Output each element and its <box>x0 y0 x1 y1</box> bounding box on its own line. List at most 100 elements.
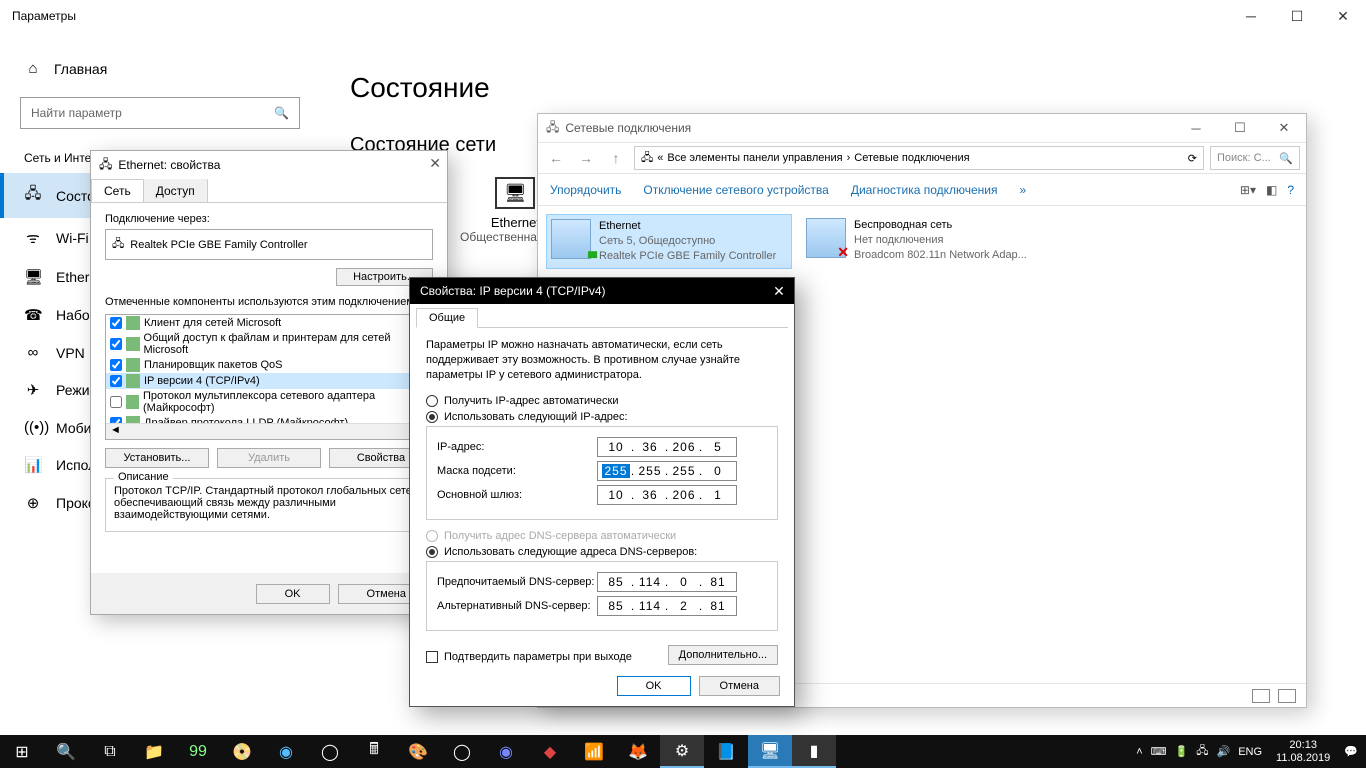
clock[interactable]: 20:13 11.08.2019 <box>1270 739 1336 763</box>
network-tray-icon[interactable]: 🖧 <box>1196 742 1208 761</box>
preferred-dns-field[interactable]: 85.114.0.81 <box>597 572 737 592</box>
comp-file-sharing[interactable]: Общий доступ к файлам и принтерам для се… <box>106 331 432 357</box>
home-icon: ⌂ <box>24 60 42 77</box>
help-icon[interactable]: ? <box>1287 183 1294 197</box>
radio-manual-dns[interactable]: Использовать следующие адреса DNS-сервер… <box>426 546 778 558</box>
eth-ok-button[interactable]: OK <box>256 584 330 604</box>
task-view-button[interactable]: ⧉ <box>88 735 132 768</box>
eth-props-close[interactable]: ✕ <box>429 155 441 172</box>
nc-toolbar: Упорядочить Отключение сетевого устройст… <box>538 174 1306 206</box>
teamspeak-icon[interactable]: ◉ <box>264 735 308 768</box>
nc-maximize[interactable]: ☐ <box>1218 114 1262 142</box>
home-label: Главная <box>54 61 107 77</box>
connection-wireless[interactable]: Беспроводная сеть Нет подключения Broadc… <box>802 214 1048 269</box>
ipv4-properties-dialog: Свойства: IP версии 4 (TCP/IPv4) ✕ Общие… <box>409 277 795 707</box>
control-panel-taskbar-icon[interactable]: 🖥 <box>748 735 792 768</box>
nc-search-input[interactable]: Поиск: С... 🔍 <box>1210 146 1300 170</box>
ipv4-ok-button[interactable]: OK <box>617 676 691 696</box>
back-button[interactable]: ← <box>544 150 568 166</box>
hscrollbar[interactable]: ◄► <box>106 423 432 439</box>
settings-titlebar: Параметры ─ ☐ ✕ <box>0 0 1366 32</box>
datausage-icon: 📊 <box>24 456 42 474</box>
start-button[interactable]: ⊞ <box>0 735 44 768</box>
components-list[interactable]: Клиент для сетей Microsoft Общий доступ … <box>105 314 433 440</box>
disable-device[interactable]: Отключение сетевого устройства <box>643 183 828 197</box>
close-button[interactable]: ✕ <box>1320 0 1366 32</box>
advanced-button[interactable]: Дополнительно... <box>668 645 778 665</box>
nc-crumb-icon: 🖧 <box>641 149 653 168</box>
components-label: Отмеченные компоненты используются этим … <box>105 296 433 308</box>
app-icon[interactable]: 📀 <box>220 735 264 768</box>
nc-navbar: ← → ↑ 🖧 « Все элементы панели управления… <box>538 142 1306 174</box>
maximize-button[interactable]: ☐ <box>1274 0 1320 32</box>
comp-client-msft[interactable]: Клиент для сетей Microsoft <box>106 315 432 331</box>
language-indicator[interactable]: ENG <box>1238 746 1262 758</box>
tray-chevron-icon[interactable]: ˄ <box>1136 746 1142 758</box>
remove-button[interactable]: Удалить <box>217 448 321 468</box>
search-input[interactable]: Найти параметр 🔍 <box>20 97 300 129</box>
app-icon[interactable]: 99 <box>176 735 220 768</box>
preview-pane-icon[interactable]: ◧ <box>1266 183 1277 197</box>
view-options-icon[interactable]: ⊞▾ <box>1240 183 1256 197</box>
ipv4-close-button[interactable]: ✕ <box>764 278 794 304</box>
radio-icon <box>426 546 438 558</box>
vpn-icon: ∞ <box>24 344 42 361</box>
search-button[interactable]: 🔍 <box>44 735 88 768</box>
gateway-label: Основной шлюз: <box>437 489 597 501</box>
dns2-label: Альтернативный DNS-сервер: <box>437 600 597 612</box>
settings-taskbar-icon[interactable]: ⚙ <box>660 735 704 768</box>
address-bar[interactable]: 🖧 « Все элементы панели управления › Сет… <box>634 146 1204 170</box>
up-button[interactable]: ↑ <box>604 150 628 166</box>
radio-auto-ip[interactable]: Получить IP-адрес автоматически <box>426 395 778 407</box>
volume-icon[interactable]: 🔊 <box>1217 745 1231 758</box>
breadcrumb-1[interactable]: Все элементы панели управления <box>667 152 842 164</box>
comp-ipv4[interactable]: IP версии 4 (TCP/IPv4) <box>106 373 432 389</box>
ip-address-field[interactable]: 10.36.206.5 <box>597 437 737 457</box>
breadcrumb-2[interactable]: Сетевые подключения <box>854 152 969 164</box>
ipv4-title-text: Свойства: IP версии 4 (TCP/IPv4) <box>420 284 606 298</box>
component-icon <box>126 358 140 372</box>
eth-props-icon: 🖧 <box>99 155 112 176</box>
comp-qos[interactable]: Планировщик пакетов QoS <box>106 357 432 373</box>
discord-icon[interactable]: ◉ <box>484 735 528 768</box>
install-button[interactable]: Установить... <box>105 448 209 468</box>
confirm-on-exit-checkbox[interactable]: Подтвердить параметры при выходе <box>426 651 632 663</box>
paint-icon[interactable]: 🎨 <box>396 735 440 768</box>
dota-icon[interactable]: ◆ <box>528 735 572 768</box>
eth-props-titlebar: 🖧 Ethernet: свойства ✕ <box>91 151 447 179</box>
alternate-dns-field[interactable]: 85.114.2.81 <box>597 596 737 616</box>
notifications-icon[interactable]: 💬 <box>1344 745 1358 758</box>
wifi-app-icon[interactable]: 📶 <box>572 735 616 768</box>
cmd-taskbar-icon[interactable]: ▮ <box>792 735 836 768</box>
comp-multiplexor[interactable]: Протокол мультиплексора сетевого адаптер… <box>106 389 432 415</box>
ipv4-tab-general[interactable]: Общие <box>416 308 478 328</box>
view-large-icons[interactable] <box>1252 689 1270 703</box>
organize-menu[interactable]: Упорядочить <box>550 183 621 197</box>
minimize-button[interactable]: ─ <box>1228 0 1274 32</box>
app-icon[interactable]: 📘 <box>704 735 748 768</box>
keyboard-icon[interactable]: ⌨ <box>1151 745 1167 758</box>
home-link[interactable]: ⌂ Главная <box>20 52 320 97</box>
gateway-field[interactable]: 10.36.206.1 <box>597 485 737 505</box>
diagnose-connection[interactable]: Диагностика подключения <box>851 183 998 197</box>
chrome-icon[interactable]: ◯ <box>440 735 484 768</box>
battery-icon[interactable]: 🔋 <box>1175 745 1189 758</box>
tab-network[interactable]: Сеть <box>91 179 144 202</box>
forward-button[interactable]: → <box>574 150 598 166</box>
adapter-icon: 🖧 <box>112 235 124 254</box>
connection-ethernet[interactable]: Ethernet Сеть 5, Общедоступно Realtek PC… <box>546 214 792 269</box>
more-menu[interactable]: » <box>1020 183 1027 197</box>
steam-icon[interactable]: ◯ <box>308 735 352 768</box>
firefox-icon[interactable]: 🦊 <box>616 735 660 768</box>
proxy-icon: ⊕ <box>24 494 42 512</box>
file-explorer-icon[interactable]: 📁 <box>132 735 176 768</box>
refresh-icon[interactable]: ⟳ <box>1188 152 1197 165</box>
calculator-icon[interactable]: 🖩 <box>352 735 396 768</box>
nc-close[interactable]: ✕ <box>1262 114 1306 142</box>
tab-access[interactable]: Доступ <box>143 179 208 202</box>
ipv4-cancel-button[interactable]: Отмена <box>699 676 780 696</box>
nc-minimize[interactable]: ─ <box>1174 114 1218 142</box>
subnet-mask-field[interactable]: 255.255.255.0 <box>597 461 737 481</box>
radio-manual-ip[interactable]: Использовать следующий IP-адрес: <box>426 411 778 423</box>
view-details[interactable] <box>1278 689 1296 703</box>
